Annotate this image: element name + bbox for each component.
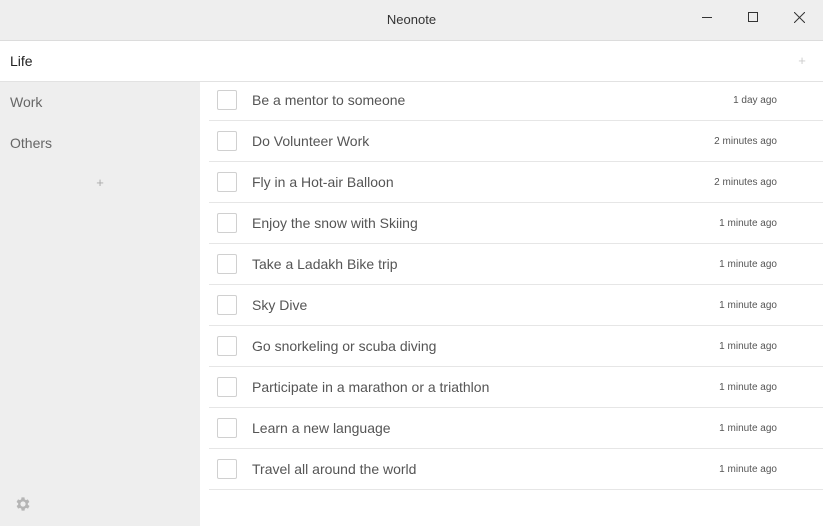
list-item[interactable]: Be a mentor to someone 1 day ago xyxy=(209,80,823,121)
task-timestamp: 1 minute ago xyxy=(719,300,777,311)
task-checkbox[interactable] xyxy=(217,459,237,479)
task-text: Travel all around the world xyxy=(252,461,417,477)
gear-icon[interactable] xyxy=(14,495,32,513)
task-text: Go snorkeling or scuba diving xyxy=(252,338,437,354)
task-timestamp: 2 minutes ago xyxy=(714,136,777,147)
maximize-button[interactable] xyxy=(730,0,776,34)
sidebar-item-others[interactable]: Others xyxy=(0,123,200,164)
task-checkbox[interactable] xyxy=(217,418,237,438)
minimize-icon xyxy=(702,17,712,18)
task-checkbox[interactable] xyxy=(217,172,237,192)
task-timestamp: 1 minute ago xyxy=(719,464,777,475)
task-text: Sky Dive xyxy=(252,297,308,313)
sidebar-item-life[interactable]: Life xyxy=(0,41,823,82)
list-item[interactable]: Learn a new language 1 minute ago xyxy=(209,408,823,449)
list-item[interactable]: Sky Dive 1 minute ago xyxy=(209,285,823,326)
task-checkbox[interactable] xyxy=(217,213,237,233)
task-list: Be a mentor to someone 1 day ago Do Volu… xyxy=(209,80,823,490)
add-task-button[interactable]: + xyxy=(795,54,809,68)
task-timestamp: 1 minute ago xyxy=(719,382,777,393)
add-list-button[interactable]: + xyxy=(93,176,107,190)
task-timestamp: 2 minutes ago xyxy=(714,177,777,188)
task-text: Fly in a Hot-air Balloon xyxy=(252,174,394,190)
task-checkbox[interactable] xyxy=(217,377,237,397)
close-button[interactable] xyxy=(776,0,822,34)
task-timestamp: 1 minute ago xyxy=(719,259,777,270)
list-item[interactable]: Enjoy the snow with Skiing 1 minute ago xyxy=(209,203,823,244)
task-checkbox[interactable] xyxy=(217,295,237,315)
task-checkbox[interactable] xyxy=(217,336,237,356)
title-bar: Neonote xyxy=(0,0,823,41)
list-item[interactable]: Fly in a Hot-air Balloon 2 minutes ago xyxy=(209,162,823,203)
list-item[interactable]: Do Volunteer Work 2 minutes ago xyxy=(209,121,823,162)
sidebar-item-work[interactable]: Work xyxy=(0,82,200,123)
task-timestamp: 1 day ago xyxy=(733,95,777,106)
close-icon xyxy=(793,11,805,23)
list-item[interactable]: Participate in a marathon or a triathlon… xyxy=(209,367,823,408)
task-timestamp: 1 minute ago xyxy=(719,218,777,229)
list-item[interactable]: Take a Ladakh Bike trip 1 minute ago xyxy=(209,244,823,285)
task-timestamp: 1 minute ago xyxy=(719,341,777,352)
maximize-icon xyxy=(748,12,758,22)
task-timestamp: 1 minute ago xyxy=(719,423,777,434)
task-checkbox[interactable] xyxy=(217,90,237,110)
list-item[interactable]: Go snorkeling or scuba diving 1 minute a… xyxy=(209,326,823,367)
task-checkbox[interactable] xyxy=(217,254,237,274)
task-text: Be a mentor to someone xyxy=(252,92,406,108)
sidebar: Life Work Others + xyxy=(0,41,823,526)
list-item[interactable]: Travel all around the world 1 minute ago xyxy=(209,449,823,490)
task-text: Do Volunteer Work xyxy=(252,133,370,149)
task-text: Take a Ladakh Bike trip xyxy=(252,256,398,272)
task-text: Learn a new language xyxy=(252,420,391,436)
task-text: Enjoy the snow with Skiing xyxy=(252,215,418,231)
minimize-button[interactable] xyxy=(684,0,730,34)
task-text: Participate in a marathon or a triathlon xyxy=(252,379,490,395)
task-checkbox[interactable] xyxy=(217,131,237,151)
